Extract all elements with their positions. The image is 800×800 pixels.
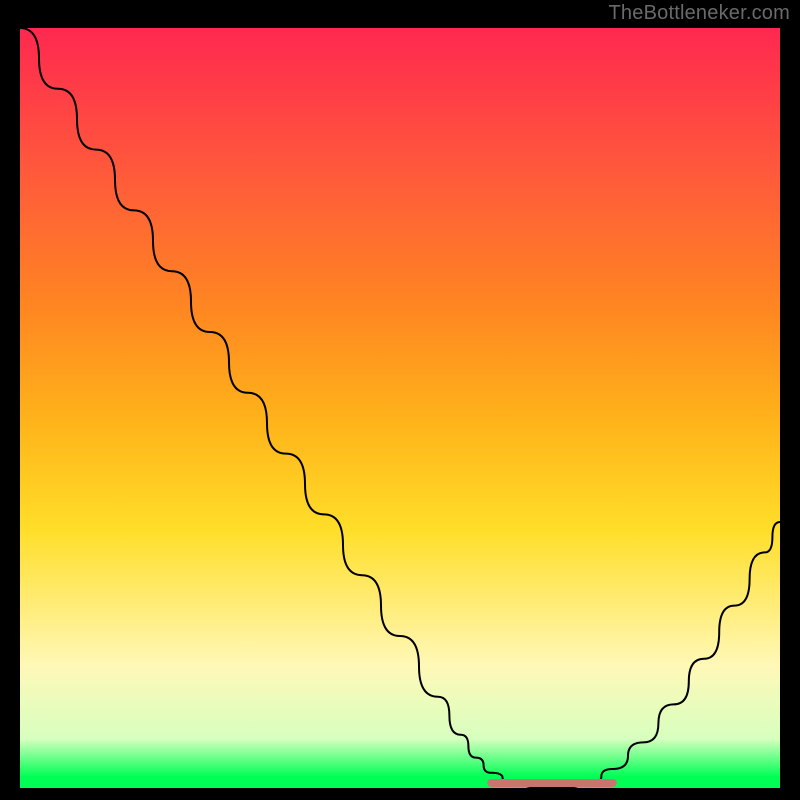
chart-frame: TheBottleneker.com (0, 0, 800, 800)
chart-svg (20, 28, 780, 788)
watermark-text: TheBottleneker.com (609, 2, 790, 25)
plot-area (20, 28, 780, 788)
gradient-rect (20, 28, 780, 788)
